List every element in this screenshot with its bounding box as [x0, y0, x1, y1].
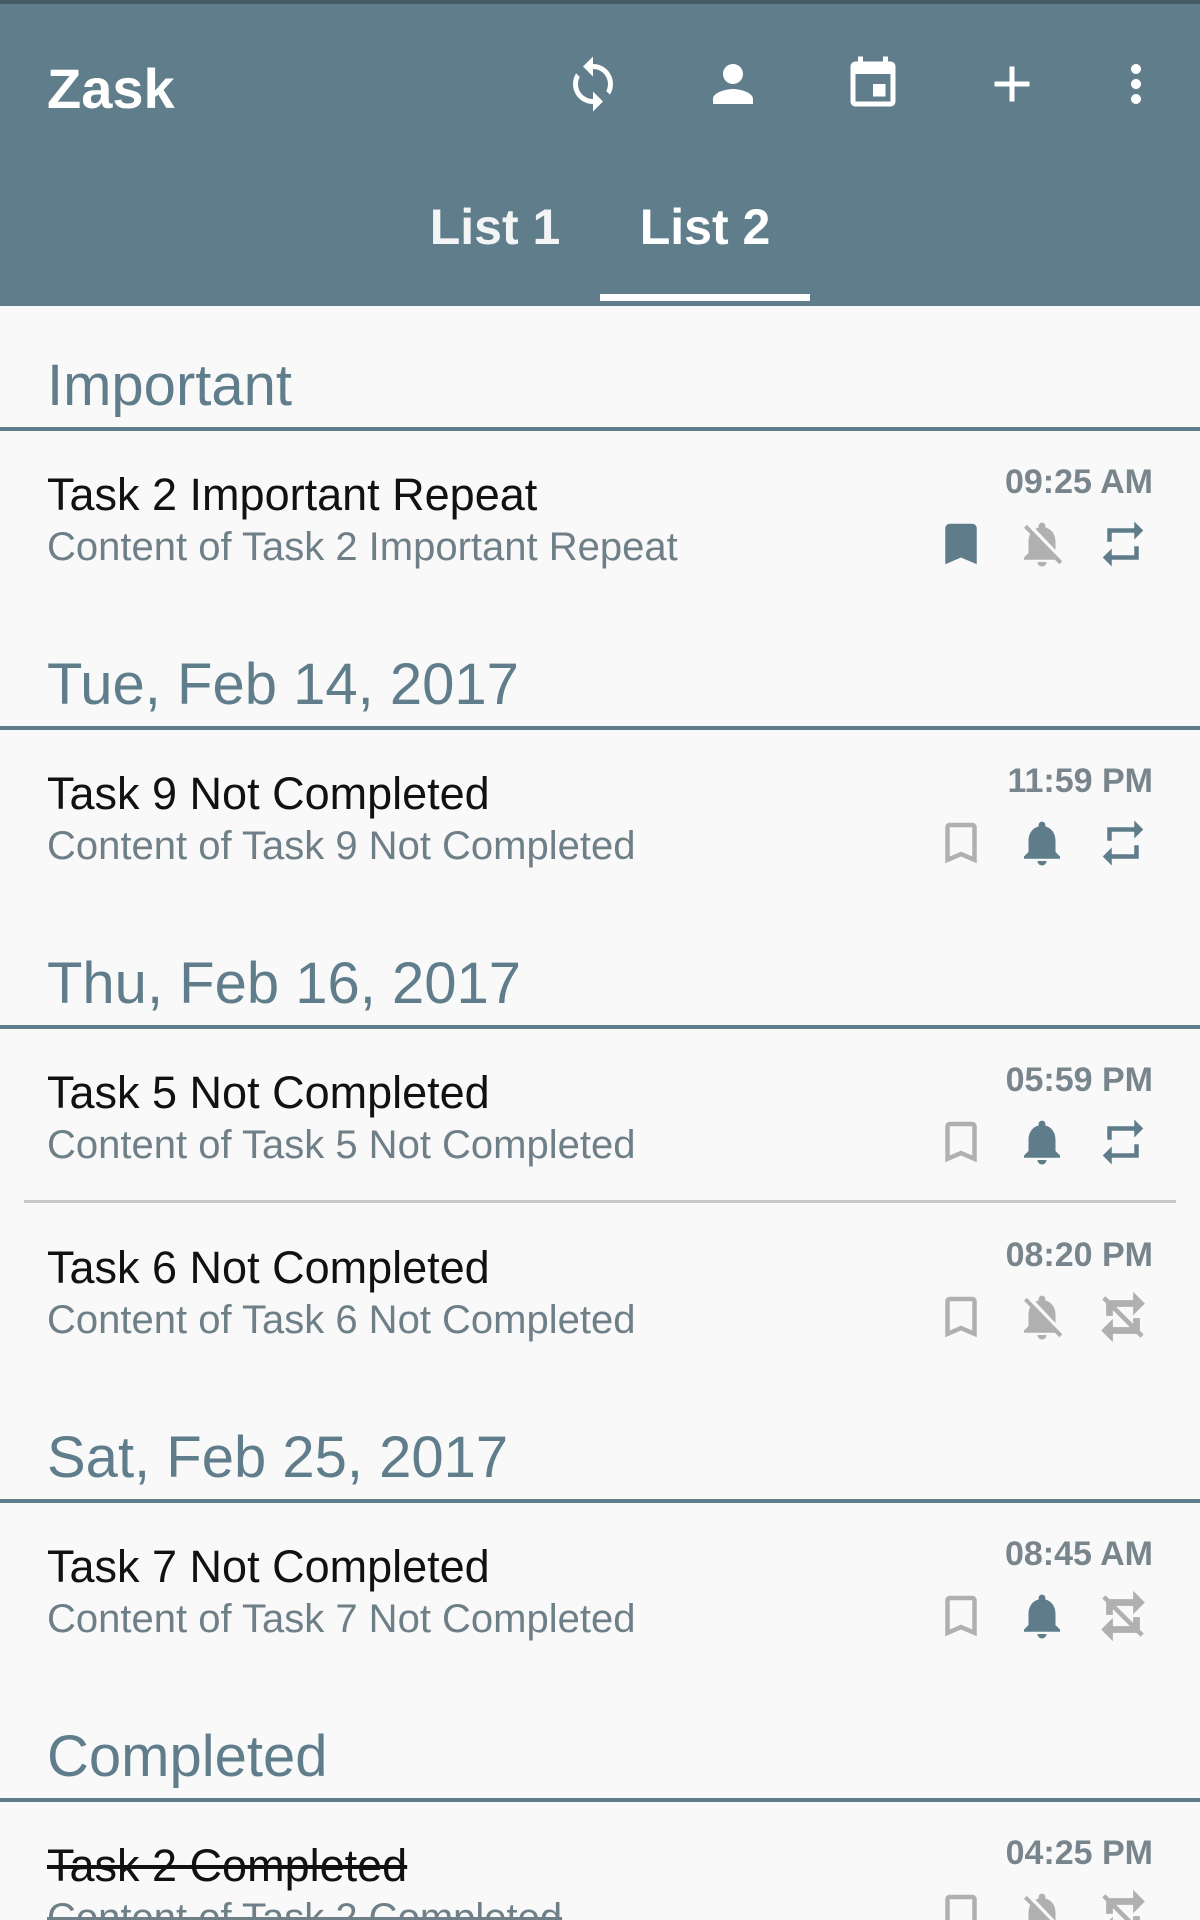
bell-icon[interactable]	[1015, 1888, 1069, 1920]
add-task-button[interactable]	[972, 46, 1052, 126]
bookmark-icon[interactable]	[934, 816, 988, 870]
app-bar: Zask List 1 List 2	[0, 0, 1200, 306]
repeat-icon[interactable]	[1096, 816, 1150, 870]
section-header-date: Thu, Feb 16, 2017	[0, 951, 1200, 1029]
status-divider	[0, 0, 1200, 4]
section-label: Tue, Feb 14, 2017	[47, 652, 519, 717]
task-content: Content of Task 2 Completed	[47, 1896, 563, 1920]
bookmark-icon[interactable]	[934, 1888, 988, 1920]
task-content: Content of Task 5 Not Completed	[47, 1123, 636, 1167]
bell-icon[interactable]	[1015, 1589, 1069, 1643]
task-time: 08:45 AM	[1004, 1535, 1153, 1573]
tab-indicator	[600, 294, 810, 301]
section-header-completed: Completed	[0, 1724, 1200, 1802]
task-title: Task 9 Not Completed	[47, 768, 490, 819]
repeat-icon[interactable]	[1096, 517, 1150, 571]
task-time: 11:59 PM	[1007, 762, 1153, 800]
section-label: Completed	[47, 1724, 328, 1789]
task-time: 08:20 PM	[1005, 1236, 1153, 1274]
more-vert-icon	[1106, 54, 1166, 119]
bell-icon[interactable]	[1015, 517, 1069, 571]
task-title: Task 2 Completed	[47, 1840, 408, 1891]
section-divider	[0, 1025, 1200, 1029]
task-item[interactable]: Task 7 Not Completed Content of Task 7 N…	[0, 1535, 1200, 1685]
section-label: Sat, Feb 25, 2017	[47, 1425, 509, 1490]
task-item[interactable]: Task 9 Not Completed Content of Task 9 N…	[0, 762, 1200, 912]
sync-button[interactable]	[553, 46, 633, 126]
section-header-date: Tue, Feb 14, 2017	[0, 652, 1200, 730]
task-title: Task 2 Important Repeat	[47, 469, 538, 520]
section-divider	[0, 1499, 1200, 1503]
task-content: Content of Task 9 Not Completed	[47, 824, 636, 868]
section-header-date: Sat, Feb 25, 2017	[0, 1425, 1200, 1503]
task-content: Content of Task 6 Not Completed	[47, 1298, 636, 1342]
repeat-icon[interactable]	[1096, 1888, 1150, 1920]
task-divider	[24, 1200, 1176, 1203]
section-divider	[0, 427, 1200, 431]
calendar-icon	[843, 54, 903, 119]
section-header-important: Important	[0, 353, 1200, 431]
account-button[interactable]	[693, 46, 773, 126]
account-icon	[703, 54, 763, 119]
task-item[interactable]: Task 2 Completed Content of Task 2 Compl…	[0, 1834, 1200, 1920]
task-item[interactable]: Task 6 Not Completed Content of Task 6 N…	[0, 1236, 1200, 1386]
task-title: Task 6 Not Completed	[47, 1242, 490, 1293]
section-divider	[0, 1798, 1200, 1802]
sync-icon	[563, 54, 623, 119]
repeat-icon[interactable]	[1096, 1115, 1150, 1169]
bookmark-icon[interactable]	[934, 1589, 988, 1643]
section-label: Thu, Feb 16, 2017	[47, 951, 521, 1016]
section-label: Important	[47, 353, 292, 418]
task-item[interactable]: Task 5 Not Completed Content of Task 5 N…	[0, 1061, 1200, 1211]
bookmark-icon[interactable]	[934, 1115, 988, 1169]
task-content: Content of Task 7 Not Completed	[47, 1597, 636, 1641]
task-item[interactable]: Task 2 Important Repeat Content of Task …	[0, 463, 1200, 613]
task-title: Task 7 Not Completed	[47, 1541, 490, 1592]
task-time: 05:59 PM	[1005, 1061, 1153, 1099]
section-divider	[0, 726, 1200, 730]
task-content: Content of Task 2 Important Repeat	[47, 525, 678, 569]
app-title: Zask	[47, 57, 175, 120]
bookmark-icon[interactable]	[934, 1290, 988, 1344]
task-time: 04:25 PM	[1005, 1834, 1153, 1872]
task-time: 09:25 AM	[1004, 463, 1153, 501]
task-title: Task 5 Not Completed	[47, 1067, 490, 1118]
bookmark-icon[interactable]	[934, 517, 988, 571]
calendar-button[interactable]	[833, 46, 913, 126]
more-options-button[interactable]	[1096, 46, 1176, 126]
tab-list-1[interactable]: List 1	[420, 198, 570, 266]
bell-icon[interactable]	[1015, 1115, 1069, 1169]
add-icon	[982, 54, 1042, 119]
tab-list-2[interactable]: List 2	[600, 198, 810, 266]
repeat-icon[interactable]	[1096, 1290, 1150, 1344]
repeat-icon[interactable]	[1096, 1589, 1150, 1643]
bell-icon[interactable]	[1015, 1290, 1069, 1344]
bell-icon[interactable]	[1015, 816, 1069, 870]
